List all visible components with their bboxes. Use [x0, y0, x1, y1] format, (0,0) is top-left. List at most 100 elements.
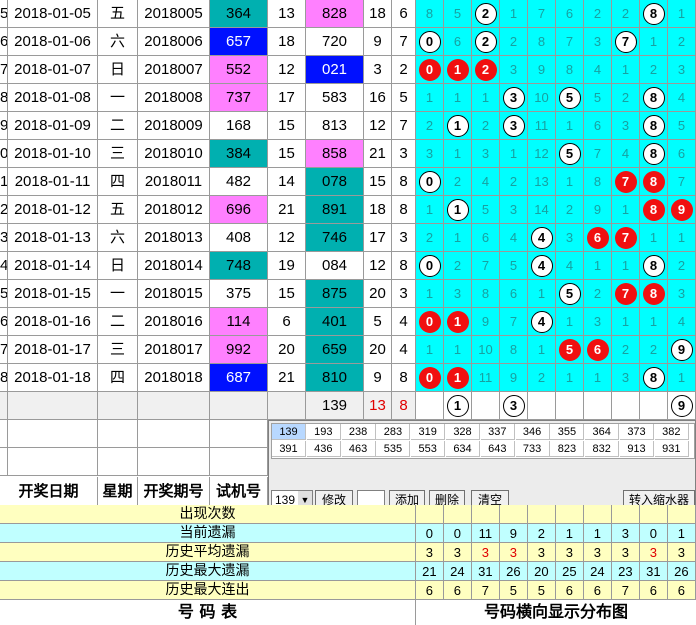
dist-cell: 4: [584, 56, 612, 84]
dist-cell: 4: [528, 252, 556, 280]
test-sum: 13: [268, 0, 306, 28]
dist-cell: 3: [584, 308, 612, 336]
table-row[interactable]: 2 2018-01-12 五 2018012 696 21 891 18 8 1 1 5 3 14 2 9 1 8…: [0, 196, 696, 224]
winning-number: 828: [306, 0, 364, 28]
winning-number: 401: [306, 308, 364, 336]
combination-list[interactable]: 139 193 238 283 319 328 337 346 355 364 373 382 391 4…: [271, 423, 695, 459]
stat-value: 7: [472, 581, 500, 600]
combo-cell[interactable]: 463: [341, 441, 376, 457]
combo-cell[interactable]: 436: [306, 441, 341, 457]
issue-number: 2018007: [138, 56, 210, 84]
ball-8: 8: [642, 255, 665, 277]
combo-cell[interactable]: 535: [376, 441, 411, 457]
dist-cell: 8: [640, 84, 668, 112]
issue-number: 2018015: [138, 280, 210, 308]
dist-cell: 1: [556, 168, 584, 196]
winning-number: 746: [306, 224, 364, 252]
test-number: [210, 392, 268, 420]
dist-cell: 1: [640, 308, 668, 336]
combo-cell[interactable]: 391: [272, 441, 306, 457]
ball-2: 2: [474, 31, 497, 53]
stat-value: 23: [612, 562, 640, 581]
dist-cell: 4: [668, 84, 696, 112]
win-span: 3: [392, 280, 416, 308]
table-row[interactable]: 139 13 8 1 3 9: [0, 392, 696, 420]
combo-cell[interactable]: 823: [550, 441, 585, 457]
combo-cell[interactable]: 733: [515, 441, 550, 457]
stat-value: 31: [472, 562, 500, 581]
combo-cell[interactable]: 553: [411, 441, 446, 457]
table-row[interactable]: 6 2018-01-16 二 2018016 114 6 401 5 4 0 1 9 7 4 1 3 1 1 4: [0, 308, 696, 336]
stat-value: 0: [416, 524, 444, 543]
win-sum: 21: [364, 140, 392, 168]
combo-cell[interactable]: 643: [480, 441, 515, 457]
combo-cell[interactable]: 337: [480, 424, 515, 440]
dist-cell: 1: [500, 0, 528, 28]
combo-cell[interactable]: 283: [376, 424, 411, 440]
combo-cell[interactable]: 634: [446, 441, 480, 457]
dist-cell: 3: [612, 364, 640, 392]
dist-cell: 1: [444, 336, 472, 364]
table-row[interactable]: 7 2018-01-17 三 2018017 992 20 659 20 4 1 1 10 8 1 5 6 2 2…: [0, 336, 696, 364]
table-row[interactable]: 1 2018-01-11 四 2018011 482 14 078 15 8 0 2 4 2 13 1 8 7 8…: [0, 168, 696, 196]
row-tail: 5: [0, 280, 8, 308]
combo-cell[interactable]: 328: [446, 424, 480, 440]
test-sum: 18: [268, 28, 306, 56]
dist-cell: 1: [556, 308, 584, 336]
test-number: 552: [210, 56, 268, 84]
table-row[interactable]: 0 2018-01-10 三 2018010 384 15 858 21 3 3 1 3 1 12 5 7 4 8…: [0, 140, 696, 168]
combo-cell[interactable]: 319: [411, 424, 446, 440]
dist-cell: 9: [528, 56, 556, 84]
dist-cell: 3: [668, 56, 696, 84]
table-row[interactable]: 6 2018-01-06 六 2018006 657 18 720 9 7 0 6 2 2 8 7 3 7 1 2: [0, 28, 696, 56]
dist-cell: 1: [500, 140, 528, 168]
table-row[interactable]: 5 2018-01-15 一 2018015 375 15 875 20 3 1 3 8 6 1 5 2 7 8 3: [0, 280, 696, 308]
combo-cell[interactable]: 238: [341, 424, 376, 440]
combo-cell[interactable]: 346: [515, 424, 550, 440]
combo-cell[interactable]: 913: [620, 441, 654, 457]
table-row[interactable]: 8 2018-01-18 四 2018018 687 21 810 9 8 0 1 11 9 2 1 1 3 8 1: [0, 364, 696, 392]
table-row[interactable]: 7 2018-01-07 日 2018007 552 12 021 3 2 0 1 2 3 9 8 4 1 2 3: [0, 56, 696, 84]
table-row[interactable]: 4 2018-01-14 日 2018014 748 19 084 12 8 0 2 7 5 4 4 1 1 8 2: [0, 252, 696, 280]
dist-cell: 1: [444, 308, 472, 336]
dist-cell: 3: [668, 280, 696, 308]
stat-value: 26: [500, 562, 528, 581]
draw-date: 2018-01-09: [8, 112, 98, 140]
dist-cell: 5: [444, 0, 472, 28]
combo-cell[interactable]: 832: [585, 441, 620, 457]
row-tail: 1: [0, 168, 8, 196]
dist-cell: 3: [584, 28, 612, 56]
table-row[interactable]: 3 2018-01-13 六 2018013 408 12 746 17 3 2 1 6 4 4 3 6 7 1 1: [0, 224, 696, 252]
combo-cell[interactable]: 382: [654, 424, 689, 440]
ball-1: 1: [446, 115, 469, 137]
dist-cell: 3: [416, 140, 444, 168]
ball-1: 1: [446, 199, 469, 221]
dist-cell: 11: [472, 364, 500, 392]
win-sum: 18: [364, 0, 392, 28]
dist-cell: 12: [528, 140, 556, 168]
dist-cell: 4: [528, 308, 556, 336]
stat-value: 31: [640, 562, 668, 581]
win-span: 3: [392, 224, 416, 252]
ball-9: 9: [670, 395, 693, 417]
dist-cell: 2: [472, 0, 500, 28]
win-sum: 12: [364, 252, 392, 280]
dist-cell: 1: [444, 140, 472, 168]
combo-cell[interactable]: 193: [306, 424, 341, 440]
combo-cell[interactable]: 931: [654, 441, 689, 457]
combo-cell[interactable]: 364: [585, 424, 620, 440]
stat-value: 6: [668, 581, 696, 600]
table-row[interactable]: 9 2018-01-09 二 2018009 168 15 813 12 7 2 1 2 3 11 1 6 3 8…: [0, 112, 696, 140]
dist-cell: 1: [528, 336, 556, 364]
ball-4: 4: [530, 227, 553, 249]
combo-cell[interactable]: 139: [272, 424, 306, 440]
stat-value: 6: [584, 581, 612, 600]
combo-cell[interactable]: 373: [620, 424, 654, 440]
dist-cell: 6: [584, 224, 612, 252]
stat-label: 出现次数: [0, 505, 416, 524]
stat-value: [472, 505, 500, 524]
table-row[interactable]: 8 2018-01-08 一 2018008 737 17 583 16 5 1 1 1 3 10 5 5 2 8…: [0, 84, 696, 112]
combo-cell[interactable]: 355: [550, 424, 585, 440]
table-row[interactable]: 5 2018-01-05 五 2018005 364 13 828 18 6 8 5 2 1 7 6 2 2 8 1: [0, 0, 696, 28]
stat-value: 3: [416, 543, 444, 562]
